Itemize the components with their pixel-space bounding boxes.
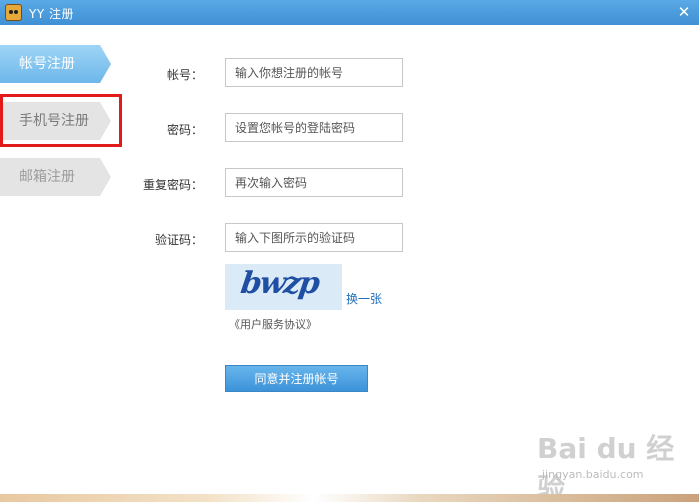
window-title: YY 注册	[29, 7, 74, 21]
account-input[interactable]	[225, 58, 403, 87]
account-label: 帐号：	[166, 68, 203, 82]
captcha-input[interactable]	[225, 223, 403, 252]
title-bar: YY 注册 ✕	[0, 0, 699, 25]
baidu-watermark-url: jingyan.baidu.com	[542, 468, 644, 481]
captcha-image[interactable]: bwzp	[225, 264, 342, 310]
captcha-label: 验证码：	[154, 233, 203, 247]
sidebar: 帐号注册 手机号注册 邮箱注册	[0, 25, 125, 502]
password-input[interactable]	[225, 113, 403, 142]
refresh-captcha-link[interactable]: 换一张	[346, 290, 382, 307]
background-strip	[0, 494, 699, 502]
app-icon	[5, 4, 22, 21]
agree-register-button[interactable]: 同意并注册帐号	[225, 365, 368, 392]
tab-account-register[interactable]: 帐号注册	[0, 45, 111, 83]
confirm-password-label: 重复密码：	[142, 178, 203, 192]
confirm-password-input[interactable]	[225, 168, 403, 197]
tab-email-register[interactable]: 邮箱注册	[0, 158, 111, 196]
password-label: 密码：	[166, 123, 203, 137]
baidu-watermark-logo: Bai du 经验	[537, 432, 675, 502]
tab-phone-register[interactable]: 手机号注册	[0, 102, 111, 140]
captcha-text: bwzp	[238, 266, 321, 301]
close-icon[interactable]: ✕	[675, 3, 693, 21]
user-agreement-link[interactable]: 《用户服务协议》	[229, 316, 317, 332]
